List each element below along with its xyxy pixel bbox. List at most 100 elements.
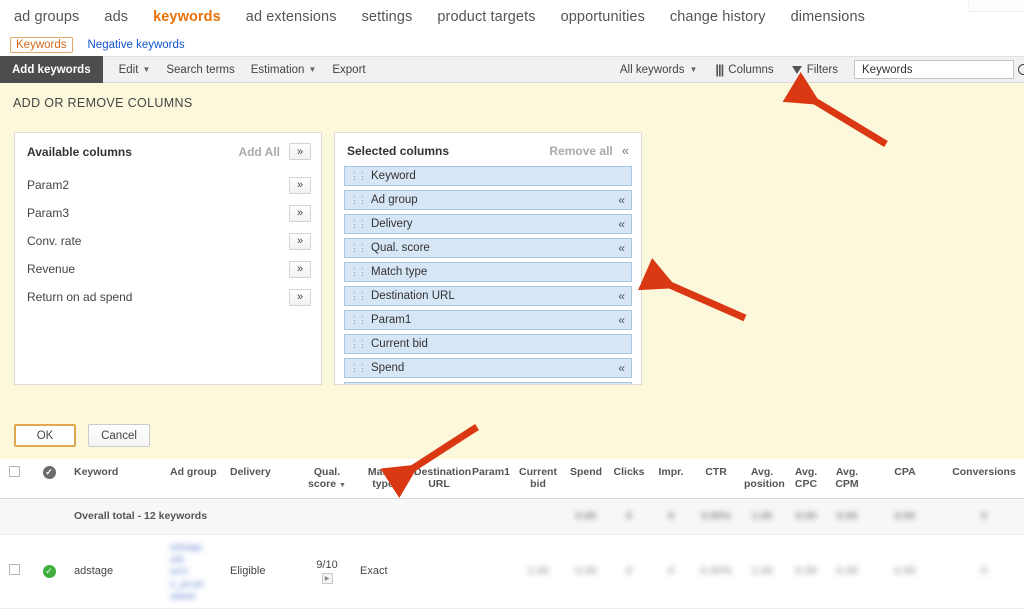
drag-handle-icon[interactable]: ⋮⋮ <box>350 219 367 229</box>
header-impr[interactable]: Impr. <box>650 459 692 500</box>
cell-delivery: Eligible <box>226 534 298 609</box>
cell-ad-group[interactable]: adstage ads ad-b b_ad-ad adwds <box>166 534 226 609</box>
add-column-button[interactable]: » <box>289 176 311 194</box>
drag-handle-icon[interactable]: ⋮⋮ <box>350 243 367 253</box>
dialog-actions: OK Cancel <box>0 414 1024 459</box>
nav-item-dimensions[interactable]: dimensions <box>791 9 865 25</box>
selected-column-item-delivery[interactable]: ⋮⋮ Delivery « <box>344 214 632 234</box>
subtab-keywords[interactable]: Keywords <box>10 37 73 53</box>
header-ctr[interactable]: CTR <box>692 459 740 500</box>
drag-handle-icon[interactable]: ⋮⋮ <box>350 363 367 373</box>
header-match-type[interactable]: Match type <box>356 459 410 500</box>
available-column-item[interactable]: Return on ad spend » <box>15 283 321 311</box>
remove-column-button[interactable]: « <box>618 242 625 254</box>
header-spend[interactable]: Spend <box>564 459 608 500</box>
qual-score-value: 9/10 <box>316 558 338 571</box>
remove-column-button[interactable]: « <box>618 218 625 230</box>
nav-item-ad-extensions[interactable]: ad extensions <box>246 9 337 25</box>
selected-column-label: Param1 <box>371 314 412 326</box>
nav-item-opportunities[interactable]: opportunities <box>561 9 645 25</box>
drag-handle-icon[interactable]: ⋮⋮ <box>350 171 367 181</box>
available-column-item[interactable]: Param3 » <box>15 199 321 227</box>
header-current-bid[interactable]: Current bid <box>512 459 564 500</box>
cell-qual-score[interactable]: 9/10 ▶ <box>298 534 356 609</box>
header-ad-group[interactable]: Ad group <box>166 459 226 500</box>
subtab-negative-keywords[interactable]: Negative keywords <box>83 38 190 52</box>
selected-column-item-match-type[interactable]: ⋮⋮ Match type <box>344 262 632 282</box>
available-column-item[interactable]: Revenue » <box>15 255 321 283</box>
selected-column-item-ad-group[interactable]: ⋮⋮ Ad group « <box>344 190 632 210</box>
drag-handle-icon[interactable]: ⋮⋮ <box>350 291 367 301</box>
drag-handle-icon[interactable]: ⋮⋮ <box>350 267 367 277</box>
nav-item-settings[interactable]: settings <box>362 9 413 25</box>
add-column-button[interactable]: » <box>289 260 311 278</box>
header-destination-url[interactable]: Destination URL <box>410 459 471 500</box>
drag-handle-icon[interactable]: ⋮⋮ <box>350 195 367 205</box>
search-input[interactable] <box>860 62 1018 77</box>
nav-item-ads[interactable]: ads <box>104 9 128 25</box>
cancel-button[interactable]: Cancel <box>88 424 150 447</box>
nav-item-keywords[interactable]: keywords <box>153 9 221 25</box>
cell-current-bid[interactable]: 1.00 <box>527 565 548 577</box>
nav-item-ad-groups[interactable]: ad groups <box>14 9 79 25</box>
selected-column-item-cutoff[interactable] <box>344 382 632 384</box>
add-keywords-button[interactable]: Add keywords <box>0 56 103 83</box>
row-checkbox[interactable] <box>8 564 20 576</box>
filters-button[interactable]: Filters <box>791 64 838 76</box>
selected-column-item-param1[interactable]: ⋮⋮ Param1 « <box>344 310 632 330</box>
select-all-checkbox[interactable] <box>8 466 20 477</box>
table-row[interactable]: ✓ adstage adstage ads ad-b b_ad-ad adwds Eli… <box>0 534 1024 609</box>
selected-column-item-spend[interactable]: ⋮⋮ Spend « <box>344 358 632 378</box>
header-conversions[interactable]: Conversions <box>944 459 1024 500</box>
selected-column-item-qual-score[interactable]: ⋮⋮ Qual. score « <box>344 238 632 258</box>
header-keyword[interactable]: Keyword <box>70 459 166 500</box>
available-column-item[interactable]: Param2 » <box>15 171 321 199</box>
cell-keyword[interactable]: adstage <box>70 534 166 609</box>
header-avg-cpm[interactable]: Avg. CPM <box>828 459 866 500</box>
status-filter-icon[interactable]: ✓ <box>42 466 56 479</box>
selected-column-item-current-bid[interactable]: ⋮⋮ Current bid <box>344 334 632 354</box>
remove-column-button[interactable]: « <box>618 362 625 374</box>
sort-descending-icon[interactable]: ▼ <box>339 482 346 489</box>
search-icon[interactable] <box>1018 64 1024 75</box>
add-column-button[interactable]: » <box>289 232 311 250</box>
export-button[interactable]: Export <box>332 64 365 76</box>
add-column-button[interactable]: » <box>289 288 311 306</box>
add-keywords-label: Add keywords <box>12 63 91 76</box>
drag-handle-icon[interactable]: ⋮⋮ <box>350 315 367 325</box>
all-keywords-filter-menu[interactable]: All keywords ▼ <box>620 64 697 76</box>
header-delivery[interactable]: Delivery <box>226 459 298 500</box>
header-avg-cpc[interactable]: Avg. CPC <box>784 459 828 500</box>
header-param1[interactable]: Param1 <box>468 459 512 500</box>
available-column-label: Return on ad spend <box>27 290 133 304</box>
add-column-button[interactable]: » <box>289 204 311 222</box>
selected-column-item-keyword[interactable]: ⋮⋮ Keyword <box>344 166 632 186</box>
columns-label: Columns <box>728 63 774 76</box>
nav-item-change-history[interactable]: change history <box>670 9 766 25</box>
available-column-item[interactable]: Conv. rate » <box>15 227 321 255</box>
edit-menu[interactable]: Edit ▼ <box>119 64 151 76</box>
ok-button[interactable]: OK <box>14 424 76 447</box>
remove-column-button[interactable]: « <box>618 290 625 302</box>
header-cpa[interactable]: CPA <box>866 459 944 500</box>
columns-button[interactable]: ||| Columns <box>715 62 773 77</box>
qual-score-expand-icon[interactable]: ▶ <box>321 572 333 584</box>
estimation-menu[interactable]: Estimation ▼ <box>251 64 317 76</box>
header-qual-score[interactable]: Qual. score ▼ <box>298 459 356 500</box>
keyword-search-box[interactable] <box>854 60 1024 79</box>
nav-item-product-targets[interactable]: product targets <box>437 9 535 25</box>
status-enabled-icon[interactable]: ✓ <box>42 564 56 578</box>
drag-handle-icon[interactable]: ⋮⋮ <box>350 339 367 349</box>
header-avg-position[interactable]: Avg. position <box>740 459 785 500</box>
selected-column-item-destination-url[interactable]: ⋮⋮ Destination URL « <box>344 286 632 306</box>
selected-column-label: Keyword <box>371 170 416 182</box>
header-clicks[interactable]: Clicks <box>608 459 650 500</box>
search-terms-button[interactable]: Search terms <box>166 64 234 76</box>
remove-all-label[interactable]: Remove all <box>549 144 621 158</box>
add-all-button[interactable]: » <box>289 143 311 160</box>
remove-column-button[interactable]: « <box>618 314 625 326</box>
add-all-label[interactable]: Add All <box>238 145 289 159</box>
remove-all-button[interactable]: « <box>622 143 631 158</box>
totals-checkbox-cell <box>0 498 28 536</box>
remove-column-button[interactable]: « <box>618 194 625 206</box>
